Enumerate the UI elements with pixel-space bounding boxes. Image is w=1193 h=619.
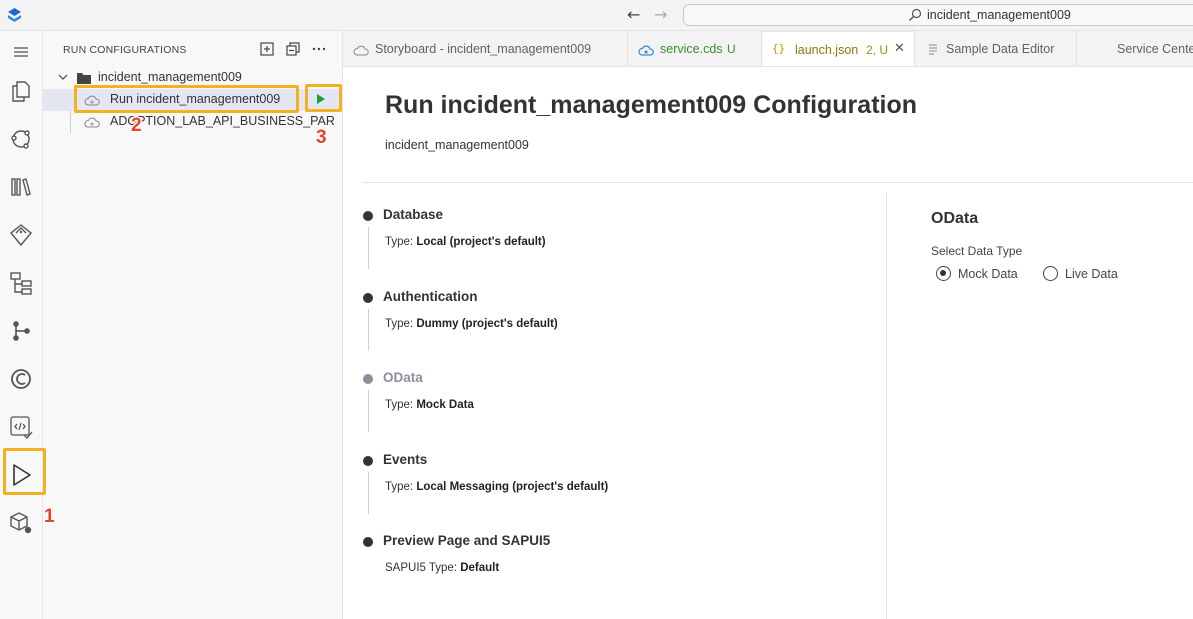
odata-panel: OData Select Data Type Mock Data Live Da… — [931, 210, 1118, 281]
tree-root-label: incident_management009 — [98, 70, 242, 84]
annotation-badge-3: 3 — [316, 127, 327, 148]
tab-modified-indicator: U — [727, 42, 736, 56]
source-map-icon[interactable] — [8, 126, 34, 152]
folder-icon — [77, 73, 91, 84]
tab-sample-data-editor[interactable]: Sample Data Editor — [915, 31, 1077, 66]
search-text: incident_management009 — [927, 8, 1071, 22]
step-title: Events — [383, 452, 428, 467]
step-description: Type: Local (project's default) — [385, 236, 546, 248]
command-center-search[interactable]: incident_management009 — [683, 4, 1193, 26]
gem-icon[interactable] — [8, 222, 34, 248]
activity-bar — [0, 31, 43, 619]
step-description: Type: Mock Data — [385, 399, 474, 411]
page-title: Run incident_management009 Configuration — [385, 91, 918, 119]
menu-icon[interactable] — [8, 39, 34, 65]
annotation-badge-1: 1 — [44, 506, 55, 527]
step-title: Database — [383, 207, 444, 222]
radio-selected-icon — [936, 266, 951, 281]
step-title: OData — [383, 370, 423, 385]
tab-label: Storyboard - incident_management009 — [375, 42, 592, 56]
step-bullet — [363, 293, 373, 303]
data-type-label: Select Data Type — [931, 244, 1023, 258]
explorer-icon[interactable] — [8, 78, 34, 104]
hierarchy-icon[interactable] — [8, 270, 34, 296]
step-title: Authentication — [383, 289, 478, 304]
sidebar-title: RUN CONFIGURATIONS — [63, 44, 187, 56]
chevron-down-icon — [58, 74, 68, 80]
tab-storyboard[interactable]: Storyboard - incident_management009 — [343, 31, 628, 66]
tab-service-cds[interactable]: service.cds U — [628, 31, 762, 66]
tab-launch-json[interactable]: {} launch.json 2, U ✕ — [762, 31, 915, 66]
source-control-icon[interactable] — [8, 318, 34, 344]
run-configurations-sidebar: RUN CONFIGURATIONS incident_management00… — [43, 31, 343, 619]
cloud-tab-icon — [353, 45, 369, 56]
odata-panel-title: OData — [931, 210, 979, 227]
tab-label: Service Center — [1117, 42, 1193, 56]
step-connector — [368, 472, 369, 514]
library-icon[interactable] — [8, 174, 34, 200]
page-subtitle: incident_management009 — [385, 138, 529, 152]
step-bullet — [363, 456, 373, 466]
highlight-run-config-item — [74, 85, 299, 113]
highlight-run-button — [305, 84, 342, 112]
tab-label: Sample Data Editor — [946, 42, 1055, 56]
document-lines-icon — [929, 44, 937, 55]
code-check-icon[interactable] — [8, 414, 34, 440]
app-logo-icon — [8, 8, 21, 22]
more-actions-icon[interactable] — [311, 41, 327, 57]
cds-file-icon — [638, 45, 654, 56]
radio-unselected-icon — [1043, 266, 1058, 281]
annotation-badge-2: 2 — [131, 115, 142, 136]
step-bullet — [363, 211, 373, 221]
tab-label: launch.json — [795, 43, 859, 57]
collapse-all-icon[interactable] — [285, 41, 301, 57]
back-arrow-icon[interactable]: ← — [627, 5, 640, 24]
cloud-ring-icon[interactable] — [8, 366, 34, 392]
close-icon[interactable]: ✕ — [894, 41, 905, 56]
radio-label: Live Data — [1065, 267, 1118, 281]
cloud-config-icon — [84, 117, 100, 128]
step-description: SAPUI5 Type: Default — [385, 562, 500, 574]
radio-label: Mock Data — [958, 267, 1018, 281]
title-bar: ← → incident_management009 — [0, 0, 1193, 31]
forward-arrow-icon[interactable]: → — [654, 5, 667, 24]
step-connector — [368, 309, 369, 351]
divider — [363, 182, 1193, 183]
extensions-icon[interactable] — [8, 510, 34, 536]
tab-label: service.cds — [660, 42, 723, 56]
highlight-run-icon — [3, 448, 46, 495]
editor-tab-bar: Storyboard - incident_management009 serv… — [343, 31, 1193, 67]
step-connector — [368, 390, 369, 432]
step-bullet — [363, 374, 373, 384]
run-configuration-editor: Run incident_management009 Configuration… — [343, 67, 1193, 619]
search-icon — [909, 8, 922, 21]
tab-modified-indicator: 2, U — [866, 43, 889, 57]
step-description: Type: Local Messaging (project's default… — [385, 481, 609, 493]
add-configuration-icon[interactable] — [259, 41, 275, 57]
step-description: Type: Dummy (project's default) — [385, 318, 558, 330]
step-title: Preview Page and SAPUI5 — [383, 533, 551, 548]
step-bullet — [363, 537, 373, 547]
tree-item-adoption-lab[interactable]: ADOPTION_LAB_API_BUSINESS_PAR — [43, 111, 343, 133]
tab-service-center[interactable]: Service Center — [1077, 31, 1193, 66]
step-connector — [368, 227, 369, 269]
tree-item-label: ADOPTION_LAB_API_BUSINESS_PAR — [110, 114, 335, 128]
panel-divider — [886, 192, 887, 619]
json-file-icon: {} — [772, 42, 786, 55]
